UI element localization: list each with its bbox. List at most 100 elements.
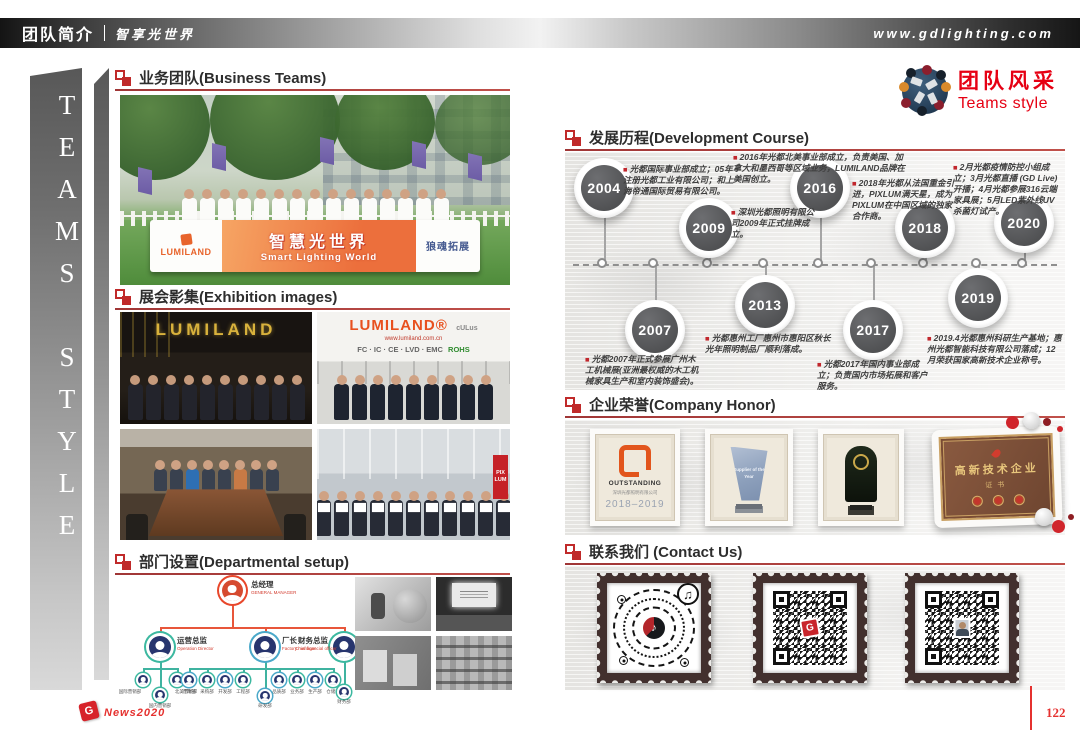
- seal-icon: [992, 494, 1003, 505]
- booth-sign: LUMILAND: [120, 320, 312, 340]
- dept-photo-monitor: [436, 577, 512, 631]
- company-qr-stamp: G: [753, 573, 867, 683]
- lumiland-mark-icon: [180, 233, 192, 245]
- tiktok-icon: ♫: [677, 583, 699, 605]
- heading-underline: [115, 308, 510, 310]
- business-teams-photo: LUMILAND 智慧光世界 Smart Lighting World 狼魂拓展: [120, 95, 510, 285]
- milestone-note-2017: 光都2017年国内事业部成立；负责国内市场拓展和客户服务。: [817, 359, 929, 392]
- gd-logo-icon: G: [799, 617, 821, 639]
- org-node-dept: [290, 673, 304, 687]
- org-dept-label: 研发部: [252, 704, 278, 709]
- certificate-seals: [971, 494, 1024, 507]
- trophy-base: [736, 504, 762, 509]
- ul-mark-icon: cULus: [456, 325, 477, 332]
- timeline-node: [1017, 258, 1027, 268]
- exhibition-photo-meeting: [120, 429, 312, 540]
- group-crowd: [317, 500, 510, 536]
- qr-finder: [982, 591, 999, 608]
- person-dot: [936, 70, 946, 80]
- development-heading: 发展历程(Development Course): [565, 126, 809, 146]
- org-label-gm: 总经理 GENERAL MANAGER: [251, 581, 296, 595]
- team-banner: LUMILAND 智慧光世界 Smart Lighting World 狼魂拓展: [150, 220, 480, 272]
- decor-dot: [1057, 426, 1063, 432]
- org-dept-label: 国际营销部: [117, 690, 143, 695]
- wall-site: www.lumiland.com.cn: [317, 336, 510, 342]
- brochure-spread: 团队简介 智享光世界 www.gdlighting.com TEAMS STYL…: [0, 0, 1080, 733]
- org-node-dept: [153, 688, 167, 702]
- org-node-operation: [146, 633, 174, 661]
- milestone-note-2020: 2月光都疫情防控小组成立；3月光都直播 (GD Live) 开播；4月光都参展3…: [953, 162, 1063, 217]
- milestone-note-2007: 光都2007年正式参展广州木工机械展(亚洲最权威的木工机械家具生产和室内装饰盛会…: [585, 354, 703, 387]
- chair: [126, 514, 148, 540]
- outstanding-logo-icon: [619, 445, 651, 477]
- award-dark-plaque: [818, 429, 904, 526]
- section-square-icon: [115, 554, 131, 570]
- tree: [120, 95, 210, 180]
- purple-flag: [412, 141, 426, 169]
- qr-finder: [925, 591, 942, 608]
- section-square-icon: [565, 544, 581, 560]
- person-dot: [899, 82, 909, 92]
- exhibition-photo-grid: LUMILAND LUMILAND® cULus www.lumiland.co…: [120, 312, 510, 540]
- org-node-dept: [236, 673, 250, 687]
- qr-finder: [773, 648, 790, 665]
- departments-heading: 部门设置(Departmental setup): [115, 550, 349, 570]
- company-qr-code: G: [773, 591, 847, 665]
- org-line: [160, 668, 162, 688]
- paper: [914, 91, 926, 104]
- page-number-divider: [1030, 686, 1032, 730]
- org-label-finance-text: 财务总监 Chief financial officer: [295, 637, 328, 651]
- dept-photo-warehouse: [436, 636, 512, 690]
- purple-flag: [320, 137, 334, 165]
- org-node-dept: [218, 673, 232, 687]
- section-square-icon: [115, 289, 131, 305]
- org-node-dept: [326, 673, 340, 687]
- org-node-dept: [200, 673, 214, 687]
- org-label-operation: 运营总监 Operation Director: [177, 637, 214, 651]
- glass-trophy-icon: Supplier of the Year: [728, 447, 770, 501]
- timeline-node: [971, 258, 981, 268]
- exhibition-photo-booth: LUMILAND: [120, 312, 312, 424]
- org-line: [344, 661, 346, 685]
- douyin-qr-code: ♪ ♫: [611, 587, 697, 669]
- qr-finder: [773, 591, 790, 608]
- purple-flag: [212, 143, 226, 171]
- decor-dot: [1068, 514, 1074, 520]
- page-title: 团队简介: [22, 21, 94, 45]
- teams-style-badge: 团队风采 Teams style: [902, 68, 1058, 114]
- milestone-2009: 2009: [679, 198, 739, 258]
- qr-finder: [925, 648, 942, 665]
- milestone-note-2018: 2018年光都从法国重金引进，PIXLUM满天星，成为PIXLUM在中国区域的独…: [852, 178, 960, 222]
- org-node-gm: [219, 577, 246, 604]
- chair: [284, 514, 306, 540]
- seal-icon: [1013, 494, 1024, 505]
- douyin-logo-icon: ♪: [641, 615, 667, 641]
- milestone-note-2013: 光都惠州工厂惠州市惠阳区秋长光年照明制品厂顺利落成。: [705, 333, 833, 355]
- milestone-2017: 2017: [843, 300, 903, 360]
- org-node-dept: [308, 673, 322, 687]
- timeline-panel: 2004 2009 2016 2018 2020 2007 2013 2017 …: [565, 152, 1065, 390]
- award-outstanding: OUTSTANDING 深圳光都照明有限公司 2018–2019: [590, 429, 680, 526]
- business-teams-heading: 业务团队(Business Teams): [115, 66, 326, 86]
- exhibition-photo-wall: LUMILAND® cULus www.lumiland.com.cn FC ·…: [317, 312, 510, 424]
- org-line: [160, 627, 345, 629]
- org-node-dept: [337, 685, 351, 699]
- banner-left-logo: LUMILAND: [150, 220, 222, 272]
- booth-crowd: [120, 384, 312, 420]
- contact-person-photo: [954, 618, 971, 638]
- header-slogan: 智享光世界: [115, 24, 195, 43]
- decor-dot: [1043, 418, 1051, 426]
- milestone-note-2019: 2019.4光都惠州科研生产基地；惠州光都智能科技有限公司落成；12月荣获国家高…: [927, 333, 1062, 366]
- wall-crowd: [317, 384, 510, 420]
- heading-underline: [115, 89, 510, 91]
- sidebar-gradient-bar: TEAMS STYLE: [30, 68, 82, 690]
- qr-register-mark: [617, 595, 626, 604]
- milestone-2013: 2013: [735, 275, 795, 335]
- award-supplier-trophy: Supplier of the Year: [705, 429, 793, 526]
- honor-heading: 企业荣誉(Company Honor): [565, 393, 776, 413]
- timeline-node: [702, 258, 712, 268]
- exhibition-heading: 展会影集(Exhibition images): [115, 285, 337, 305]
- exhibition-photo-group: PIX LUM: [317, 429, 510, 540]
- timeline-node: [597, 258, 607, 268]
- org-chart: 总经理 GENERAL MANAGER 运营总监 Operation Direc…: [115, 575, 351, 703]
